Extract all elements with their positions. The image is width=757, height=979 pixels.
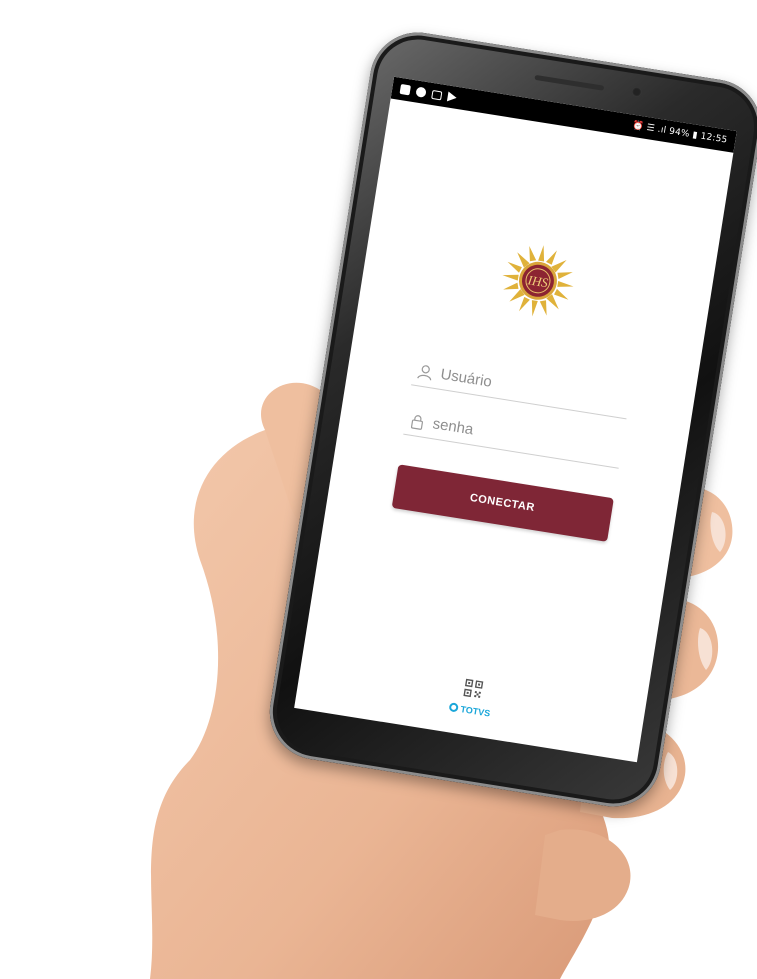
totvs-logo-icon (448, 702, 459, 713)
flag-icon (446, 91, 458, 103)
speaker-grille (533, 74, 604, 91)
login-screen: IHS Usuário CONECTAR (327, 99, 733, 552)
brand-label: TOTVS (459, 703, 491, 719)
qr-code-icon[interactable] (462, 678, 484, 699)
app-footer: TOTVS (297, 653, 646, 747)
user-icon (416, 364, 431, 380)
phone-screen: ⏰ ☰ .ıl 94% ▮ 12:55 IHS Usuário CONECTAR… (294, 76, 737, 763)
mail-icon (431, 89, 443, 100)
password-input[interactable] (431, 415, 612, 461)
password-field (402, 404, 623, 469)
username-input[interactable] (439, 365, 620, 411)
front-camera (630, 86, 643, 98)
connect-button[interactable]: CONECTAR (391, 464, 614, 542)
status-bar-notifications (399, 83, 458, 103)
lock-icon (410, 414, 423, 430)
totvs-brand: TOTVS (448, 702, 491, 718)
login-form (402, 355, 631, 469)
ihs-emblem-logo: IHS (495, 238, 580, 323)
gallery-icon (399, 83, 411, 96)
globe-icon (415, 86, 427, 98)
